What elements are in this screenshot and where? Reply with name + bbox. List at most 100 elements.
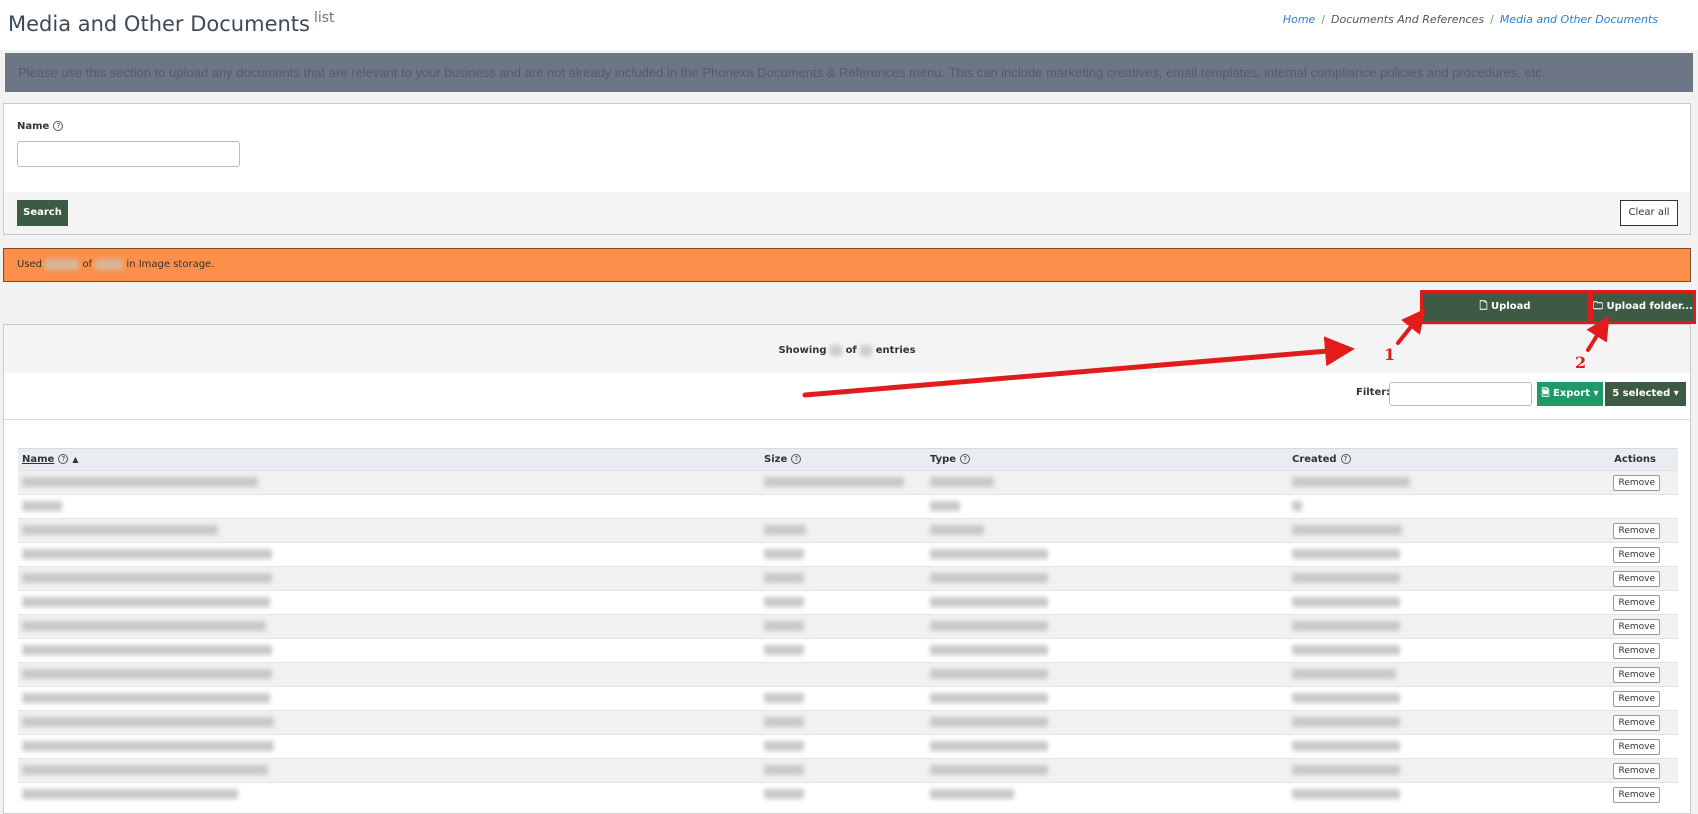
table-body: Remove Remove Remove Remove Remove Remove Remo… [18, 470, 1678, 807]
remove-button[interactable]: Remove [1613, 522, 1660, 539]
redacted-value [22, 669, 272, 679]
table-cell-actions: Remove [1596, 614, 1678, 639]
table-row: Remove [18, 614, 1678, 639]
table-cell [1288, 638, 1596, 663]
redacted-value [930, 765, 1048, 775]
table-cell [18, 638, 760, 663]
table-cell [1288, 494, 1596, 519]
remove-button[interactable]: Remove [1613, 618, 1660, 635]
table-cell [1288, 686, 1596, 711]
table-cell [18, 470, 760, 495]
redacted-value [764, 621, 804, 631]
redacted-value [22, 525, 218, 535]
table-cell [760, 710, 926, 735]
page-title-sub: list [313, 10, 335, 26]
remove-button[interactable]: Remove [1613, 594, 1660, 611]
redacted-value [764, 693, 804, 703]
table-cell [18, 758, 760, 783]
file-icon: 🗎 [1541, 388, 1550, 399]
remove-button[interactable]: Remove [1613, 738, 1660, 755]
upload-folder-button[interactable]: 🗀 Upload folder... [1590, 290, 1696, 324]
selected-label: 5 selected [1612, 388, 1671, 399]
table-cell-actions: Remove [1596, 686, 1678, 711]
remove-button[interactable]: Remove [1613, 570, 1660, 587]
showing-entries-bar: Showing of entries [4, 325, 1690, 373]
export-button[interactable]: 🗎 Export ▾ [1537, 382, 1603, 406]
upload-folder-label: Upload folder... [1606, 301, 1693, 312]
chevron-down-icon: ▾ [1673, 388, 1679, 399]
breadcrumb-current[interactable]: Media and Other Documents [1500, 13, 1658, 26]
table-cell [760, 782, 926, 807]
table-row: Remove [18, 470, 1678, 495]
table-cell [18, 614, 760, 639]
redacted-total-count [860, 344, 873, 356]
upload-documents-button[interactable]: 🗋 Upload Images/Documents... [1420, 290, 1590, 342]
redacted-value [22, 765, 268, 775]
column-header-created: Created? [1288, 448, 1596, 471]
remove-button[interactable]: Remove [1613, 642, 1660, 659]
name-search-input[interactable] [17, 141, 240, 167]
table-cell [926, 494, 1288, 519]
table-cell [18, 518, 760, 543]
remove-button[interactable]: Remove [1613, 786, 1660, 803]
table-row [18, 494, 1678, 519]
table-cell [926, 758, 1288, 783]
table-cell-actions: Remove [1596, 542, 1678, 567]
help-icon[interactable]: ? [53, 121, 64, 131]
redacted-value [22, 477, 258, 487]
help-icon[interactable]: ? [960, 454, 971, 464]
search-panel-footer [4, 192, 1690, 234]
table-row: Remove [18, 710, 1678, 735]
table-cell [926, 638, 1288, 663]
remove-button[interactable]: Remove [1613, 690, 1660, 707]
redacted-value [764, 741, 804, 751]
column-header-name-label[interactable]: Name [22, 454, 54, 465]
remove-button[interactable]: Remove [1613, 666, 1660, 683]
columns-selected-button[interactable]: 5 selected ▾ [1605, 382, 1686, 406]
info-banner: Please use this section to upload any do… [5, 53, 1693, 92]
remove-button[interactable]: Remove [1613, 714, 1660, 731]
table-row: Remove [18, 566, 1678, 591]
redacted-value [1292, 645, 1400, 655]
table-cell [18, 686, 760, 711]
table-cell [1288, 758, 1596, 783]
table-row: Remove [18, 638, 1678, 663]
redacted-used-amount [45, 258, 80, 270]
column-header-name[interactable]: Name? ▲ [18, 448, 760, 471]
redacted-value [1292, 789, 1400, 800]
help-icon[interactable]: ? [1340, 454, 1351, 464]
redacted-value [22, 549, 272, 559]
table-cell-actions [1596, 494, 1678, 519]
redacted-value [930, 741, 1048, 751]
clear-all-button[interactable]: Clear all [1620, 200, 1678, 226]
table-row: Remove [18, 662, 1678, 687]
showing-prefix: Showing [778, 345, 827, 356]
table-cell [760, 542, 926, 567]
redacted-value [1292, 525, 1402, 535]
search-button[interactable]: Search [17, 200, 68, 226]
breadcrumb-home[interactable]: Home [1283, 13, 1315, 26]
name-filter-label: Name? [17, 121, 64, 132]
remove-button[interactable]: Remove [1613, 474, 1660, 491]
help-icon[interactable]: ? [58, 454, 69, 464]
chevron-down-icon: ▾ [1593, 388, 1599, 399]
table-cell [760, 686, 926, 711]
table-cell [1288, 710, 1596, 735]
help-icon[interactable]: ? [791, 454, 802, 464]
breadcrumb-separator: / [1490, 13, 1494, 26]
divider [4, 419, 1690, 420]
remove-button[interactable]: Remove [1613, 546, 1660, 563]
table-row: Remove [18, 686, 1678, 711]
filter-input[interactable] [1389, 382, 1532, 406]
showing-suffix: entries [875, 345, 916, 356]
table-cell-actions: Remove [1596, 734, 1678, 759]
redacted-value [930, 477, 994, 487]
redacted-value [1292, 477, 1410, 487]
remove-button[interactable]: Remove [1613, 762, 1660, 779]
filter-label: Filter: [1356, 387, 1391, 398]
page-title: Media and Other Documents list [8, 10, 335, 36]
documents-list-panel: Showing of entries Filter: 🗎 Export ▾ 5 … [3, 324, 1691, 814]
search-panel: Name? Search Clear all [3, 103, 1691, 235]
sort-ascending-icon[interactable]: ▲ [72, 455, 78, 464]
breadcrumb-documents-and-references[interactable]: Documents And References [1331, 13, 1484, 26]
